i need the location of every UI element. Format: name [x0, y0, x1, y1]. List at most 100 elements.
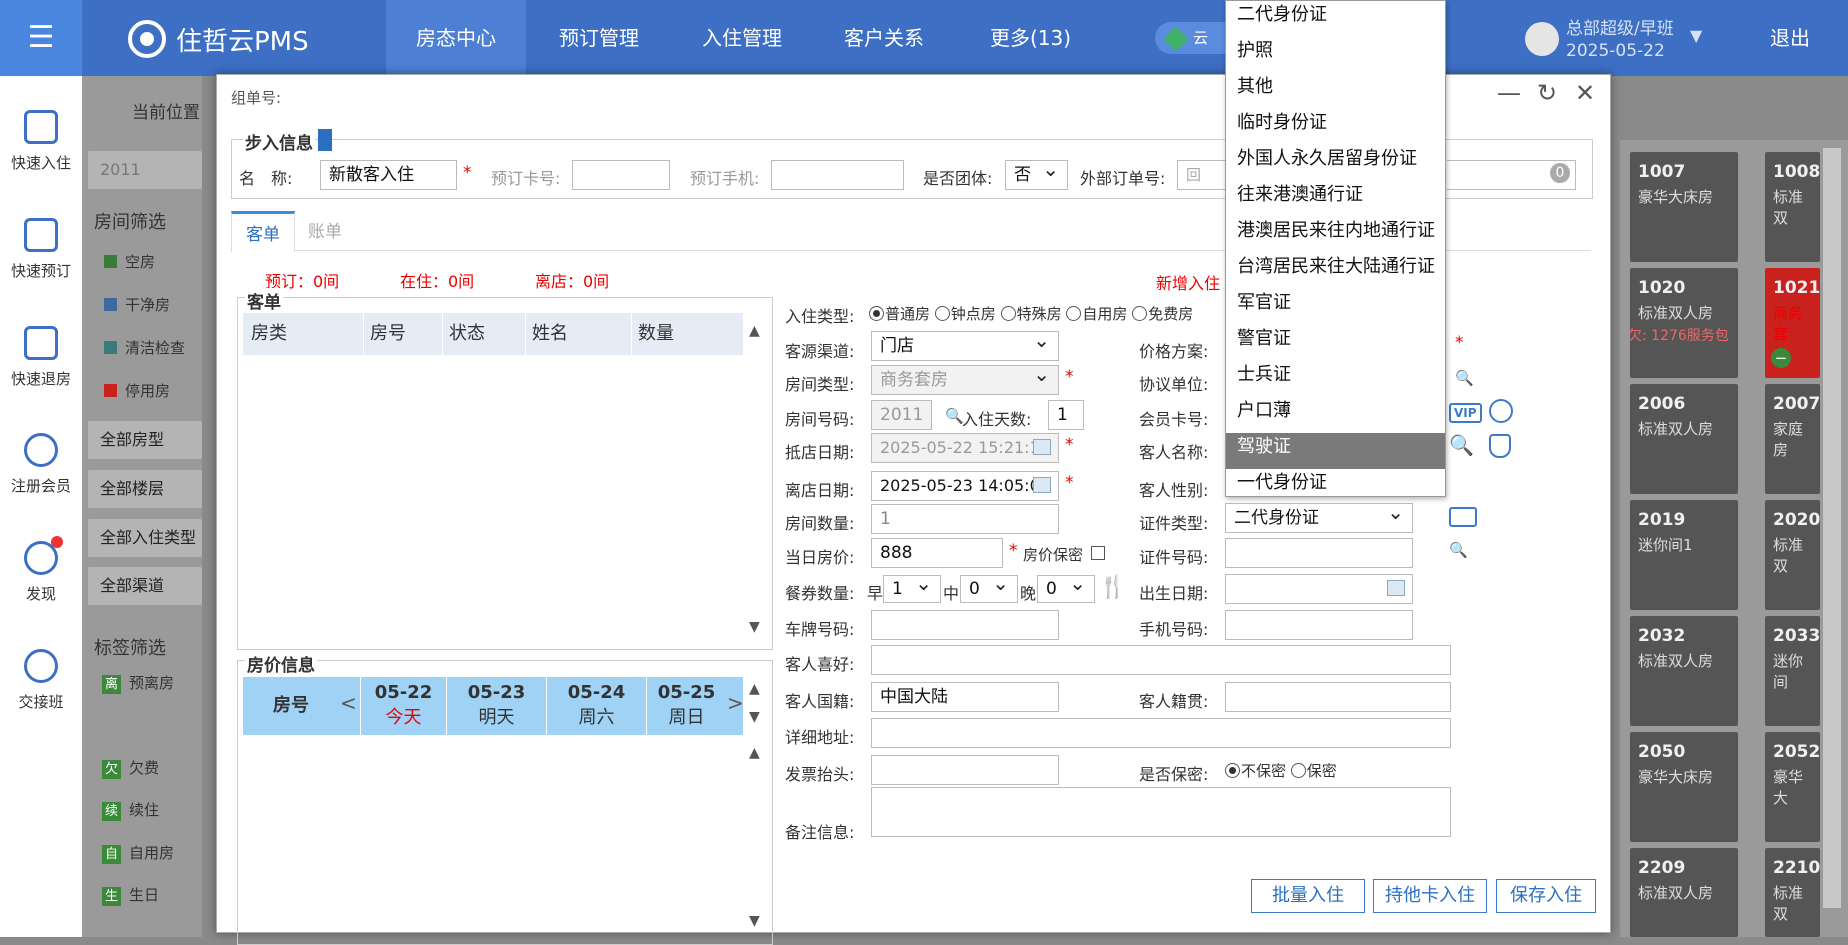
other-card-checkin-button[interactable]: 持他卡入住	[1373, 879, 1487, 913]
quick-checkout-button[interactable]: 快速退房	[0, 326, 82, 389]
minimize-icon[interactable]: —	[1497, 79, 1521, 107]
menu-toggle-icon[interactable]: ☰	[0, 0, 82, 76]
filter-room-type[interactable]: 全部房型	[88, 421, 202, 459]
filter-checkin-type[interactable]: 全部入住类型	[88, 519, 202, 557]
checkin-type-free[interactable]: 免费房	[1132, 305, 1193, 323]
calendar-icon[interactable]	[1033, 439, 1051, 455]
preference-input[interactable]	[871, 645, 1451, 675]
checkin-type-hourly[interactable]: 钟点房	[934, 305, 996, 323]
mobile-input[interactable]	[1225, 610, 1413, 640]
dropdown-option[interactable]: 往来港澳通行证	[1226, 181, 1445, 217]
search-icon[interactable]: 🔍	[1449, 541, 1468, 559]
collapse-icon[interactable]	[318, 129, 332, 151]
checkin-type-self-use[interactable]: 自用房	[1066, 305, 1127, 323]
group-name-input[interactable]: 新散客入住	[320, 160, 457, 190]
cutlery-icon[interactable]: 🍴	[1099, 575, 1126, 600]
quick-booking-button[interactable]: 快速预订	[0, 218, 82, 281]
dropdown-option-highlighted[interactable]: 驾驶证	[1226, 433, 1445, 469]
plate-input[interactable]	[871, 610, 1059, 640]
room-tile[interactable]: 2033 迷你间	[1765, 616, 1820, 726]
remark-textarea[interactable]	[871, 787, 1451, 837]
nationality-input[interactable]: 中国大陆	[871, 682, 1059, 712]
depart-date-input[interactable]: 2025-05-23 14:05:00	[871, 471, 1059, 501]
scroll-up-icon[interactable]: ▲	[749, 745, 760, 761]
new-checkin-link[interactable]: 新增入住	[1156, 270, 1220, 294]
room-grid-scrollbar[interactable]	[1823, 148, 1841, 908]
search-icon[interactable]: 🔍	[945, 407, 964, 425]
nav-checkin[interactable]: 入住管理	[672, 0, 812, 76]
address-input[interactable]	[871, 718, 1451, 748]
room-tile[interactable]: 2050 豪华大床房	[1630, 732, 1738, 842]
quick-checkin-button[interactable]: 快速入住	[0, 110, 82, 173]
batch-checkin-button[interactable]: 批量入住	[1251, 879, 1365, 913]
status-empty[interactable]: 空房	[104, 251, 155, 272]
stay-days-input[interactable]: 1	[1048, 400, 1084, 430]
dropdown-option[interactable]: 临时身份证	[1226, 109, 1445, 145]
user-info[interactable]: 总部超级/早班 2025-05-22	[1566, 18, 1674, 62]
room-tile[interactable]: 1021 商务套 −	[1765, 268, 1820, 378]
arrive-date-input[interactable]: 2025-05-22 15:21:18	[871, 433, 1059, 463]
nav-more[interactable]: 更多(13)	[960, 0, 1101, 76]
dropdown-option[interactable]: 护照	[1226, 37, 1445, 73]
dropdown-option[interactable]: 台湾居民来往大陆通行证	[1226, 253, 1445, 289]
save-checkin-button[interactable]: 保存入住	[1496, 879, 1596, 913]
calendar-icon[interactable]	[1033, 477, 1051, 493]
price-input[interactable]: 888	[871, 538, 1003, 568]
tag-extend[interactable]: 续续住	[102, 799, 159, 821]
status-inspect[interactable]: 清洁检查	[104, 337, 185, 358]
dropdown-option[interactable]: 士兵证	[1226, 361, 1445, 397]
member-add-icon[interactable]	[1489, 399, 1513, 423]
native-place-input[interactable]	[1225, 682, 1451, 712]
lunch-select[interactable]: 0	[960, 575, 1018, 603]
id-type-select[interactable]: 二代身份证	[1225, 503, 1413, 533]
nav-crm[interactable]: 客户关系	[814, 0, 954, 76]
dropdown-option[interactable]: 军官证	[1226, 289, 1445, 325]
nav-room-status[interactable]: 房态中心	[386, 0, 526, 76]
dropdown-option[interactable]: 一代身份证	[1226, 469, 1445, 505]
dropdown-option[interactable]: 港澳居民来往内地通行证	[1226, 217, 1445, 253]
secret-yes-radio[interactable]: 保密	[1290, 762, 1337, 780]
scroll-up-icon[interactable]: ▲	[749, 681, 760, 697]
tab-bill[interactable]: 账单	[294, 211, 356, 251]
scroll-down-icon[interactable]: ▼	[749, 709, 760, 725]
dropdown-option[interactable]: 外国人永久居留身份证	[1226, 145, 1445, 181]
vip-badge[interactable]: VIP	[1449, 403, 1482, 423]
room-tile[interactable]: 1020 标准双人房 欠: 1276服务包	[1628, 268, 1738, 378]
dinner-select[interactable]: 0	[1037, 575, 1095, 603]
room-type-select[interactable]: 商务套房	[871, 365, 1059, 395]
dropdown-option[interactable]: 其他	[1226, 73, 1445, 109]
room-tile[interactable]: 2006 标准双人房	[1630, 384, 1738, 494]
checkin-type-normal[interactable]: 普通房	[869, 305, 930, 323]
id-reader-icon[interactable]	[1449, 507, 1477, 527]
register-member-button[interactable]: 注册会员	[0, 433, 82, 496]
tag-arrears[interactable]: 欠欠费	[102, 757, 159, 779]
search-icon[interactable]: 🔍	[1449, 433, 1474, 457]
secret-no-radio[interactable]: 不保密	[1225, 762, 1286, 780]
room-search-input[interactable]: 2011	[88, 151, 202, 189]
room-count-input[interactable]: 1	[871, 504, 1059, 534]
shield-user-icon[interactable]	[1489, 434, 1511, 458]
room-tile[interactable]: 2032 标准双人房	[1630, 616, 1738, 726]
tag-birthday[interactable]: 生生日	[102, 884, 159, 906]
room-tile[interactable]: 2020 标准双	[1765, 500, 1820, 610]
dropdown-option[interactable]: 户口薄	[1226, 397, 1445, 433]
booking-card-input[interactable]	[572, 160, 670, 190]
room-no-input[interactable]: 2011	[871, 400, 932, 430]
tag-pre-departure[interactable]: 离预离房	[102, 672, 174, 694]
scroll-down-icon[interactable]: ▼	[749, 619, 760, 635]
dropdown-option[interactable]: 警官证	[1226, 325, 1445, 361]
booking-phone-input[interactable]	[771, 160, 904, 190]
birthday-input[interactable]	[1225, 574, 1413, 604]
room-tile[interactable]: 2210 标准双	[1765, 848, 1820, 937]
tag-self-use[interactable]: 自自用房	[102, 842, 174, 864]
nav-booking[interactable]: 预订管理	[529, 0, 669, 76]
room-tile[interactable]: 1007 豪华大床房	[1630, 152, 1738, 262]
checkin-type-special[interactable]: 特殊房	[1000, 305, 1062, 323]
filter-floor[interactable]: 全部楼层	[88, 470, 202, 508]
shift-handover-button[interactable]: 交接班	[0, 649, 82, 712]
is-group-select[interactable]: 否	[1005, 160, 1068, 190]
dropdown-option[interactable]: 二代身份证	[1226, 1, 1445, 37]
room-tile[interactable]: 2209 标准双人房	[1630, 848, 1738, 937]
source-select[interactable]: 门店	[871, 331, 1059, 361]
prev-dates-icon[interactable]: <	[340, 691, 357, 715]
